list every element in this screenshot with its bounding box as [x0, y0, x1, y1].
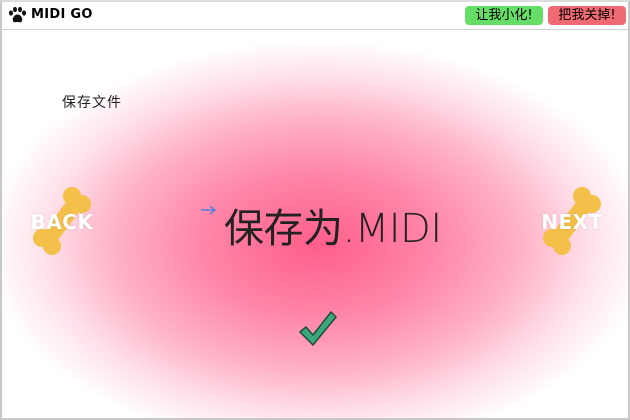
arrow-right-icon	[201, 205, 217, 215]
next-label: NEXT	[541, 210, 603, 234]
save-as-midi-title: 保存为.MIDI	[224, 206, 442, 252]
section-label: 保存文件	[62, 95, 122, 111]
paw-icon	[9, 6, 26, 23]
title-bar[interactable]: MIDI GO 让我小化! 把我关掉!	[2, 2, 628, 30]
checkmark-icon[interactable]	[298, 308, 338, 348]
close-button[interactable]: 把我关掉!	[548, 6, 626, 25]
next-button[interactable]: NEXT	[532, 186, 612, 256]
app-window: MIDI GO 让我小化! 把我关掉! 保存文件 BACK NEXT 保存为.M…	[0, 0, 630, 420]
minimize-button[interactable]: 让我小化!	[465, 6, 543, 25]
main-stage: 保存文件 BACK NEXT 保存为.MIDI	[2, 30, 628, 418]
back-label: BACK	[30, 210, 94, 234]
app-title: MIDI GO	[31, 7, 93, 22]
back-button[interactable]: BACK	[22, 186, 102, 256]
